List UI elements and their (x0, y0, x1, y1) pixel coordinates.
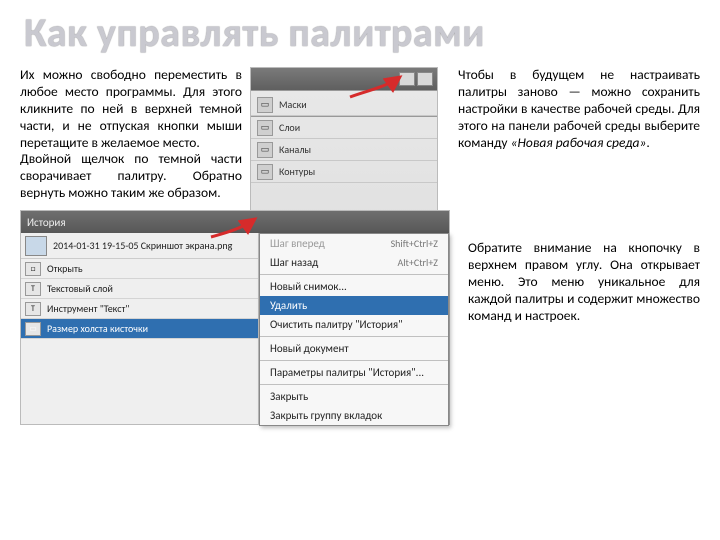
palette-label: Слои (279, 121, 300, 134)
history-step-icon: T (25, 302, 41, 316)
menu-item[interactable]: Очистить палитру "История" (260, 315, 448, 334)
history-row[interactable]: □ Открыть (21, 259, 258, 279)
menu-item-label: Удалить (270, 299, 307, 312)
menu-separator (260, 384, 448, 385)
menu-item[interactable]: Удалить (260, 296, 448, 315)
history-row[interactable]: T Текстовый слой (21, 279, 258, 299)
palette-icon: ▭ (257, 120, 273, 136)
palette-label: Каналы (279, 143, 311, 156)
palettes-screenshot: ▭ Маски ▭ Слои ▭ Каналы ▭ Контуры (250, 67, 440, 202)
palette-icon: ▭ (257, 164, 273, 180)
history-tab[interactable]: История (27, 216, 66, 229)
menu-item[interactable]: Новый документ (260, 339, 448, 358)
menu-item-label: Параметры палитры "История"... (270, 366, 424, 379)
palette-titlebar[interactable]: История (21, 211, 449, 233)
palette-label: Маски (279, 98, 307, 111)
history-row[interactable]: ▭ Размер холста кисточки (21, 319, 258, 339)
history-step-icon: T (25, 282, 41, 296)
menu-item[interactable]: Закрыть группу вкладок (260, 406, 448, 425)
collapse-icon[interactable] (399, 72, 415, 86)
menu-item[interactable]: Шаг назад Alt+Ctrl+Z (260, 253, 448, 272)
history-step-label: Инструмент "Текст" (47, 302, 129, 315)
menu-item-label: Закрыть группу вкладок (270, 409, 382, 422)
menu-item-label: Очистить палитру "История" (270, 318, 403, 331)
history-row[interactable]: T Инструмент "Текст" (21, 299, 258, 319)
menu-item-label: Новый снимок... (270, 280, 347, 293)
close-icon[interactable] (417, 72, 433, 86)
menu-separator (260, 336, 448, 337)
paragraph-left: Их можно свободно переместить в любое ме… (20, 67, 250, 202)
history-step-label: Текстовый слой (47, 282, 113, 295)
menu-item[interactable]: Новый снимок... (260, 277, 448, 296)
para-1: Их можно свободно переместить в любое ме… (20, 66, 242, 151)
palette-drag-bar[interactable] (251, 68, 437, 90)
palette-icon: ▭ (257, 97, 273, 113)
palette-tab[interactable]: ▭ Контуры (251, 161, 437, 183)
palette-tab[interactable]: ▭ Каналы (251, 139, 437, 161)
palette-tab[interactable]: ▭ Маски (251, 94, 437, 116)
palette-tab[interactable]: ▭ Слои (251, 117, 437, 139)
menu-item-label: Шаг вперед (270, 237, 325, 250)
para-4: Обратите внимание на кнопочку в верхнем … (468, 239, 700, 324)
para-2: Двойной щелчок по темной части сворачива… (20, 150, 242, 201)
snapshot-thumb-icon (25, 236, 47, 256)
menu-item: Шаг вперед Shift+Ctrl+Z (260, 234, 448, 253)
menu-separator (260, 274, 448, 275)
menu-shortcut: Shift+Ctrl+Z (391, 237, 438, 250)
menu-separator (260, 360, 448, 361)
menu-item[interactable]: Параметры палитры "История"... (260, 363, 448, 382)
paragraph-right-top: Чтобы в будущем не настраивать палитры з… (440, 67, 700, 202)
menu-shortcut: Alt+Ctrl+Z (397, 256, 438, 269)
palette-context-menu: Шаг вперед Shift+Ctrl+Z Шаг назад Alt+Ctrl+… (259, 233, 449, 426)
history-step-label: Размер холста кисточки (47, 322, 148, 335)
history-step-icon: ▭ (25, 322, 41, 336)
menu-item-label: Закрыть (270, 390, 308, 403)
menu-item-label: Новый документ (270, 342, 349, 355)
menu-item[interactable]: Закрыть (260, 387, 448, 406)
history-step-icon: □ (25, 262, 41, 276)
menu-item-label: Шаг назад (270, 256, 318, 269)
snapshot-filename: 2014-01-31 19-15-05 Скриншот экрана.png (53, 239, 232, 252)
paragraph-right-bottom: Обратите внимание на кнопочку в верхнем … (450, 210, 700, 425)
page-title: Как управлять палитрами (0, 0, 720, 67)
palette-icon: ▭ (257, 142, 273, 158)
history-snapshot-row[interactable]: 2014-01-31 19-15-05 Скриншот экрана.png (21, 233, 258, 259)
history-step-label: Открыть (47, 262, 83, 275)
history-screenshot: История 2014-01-31 19-15-05 Скриншот экр… (20, 210, 450, 425)
palette-label: Контуры (279, 165, 315, 178)
